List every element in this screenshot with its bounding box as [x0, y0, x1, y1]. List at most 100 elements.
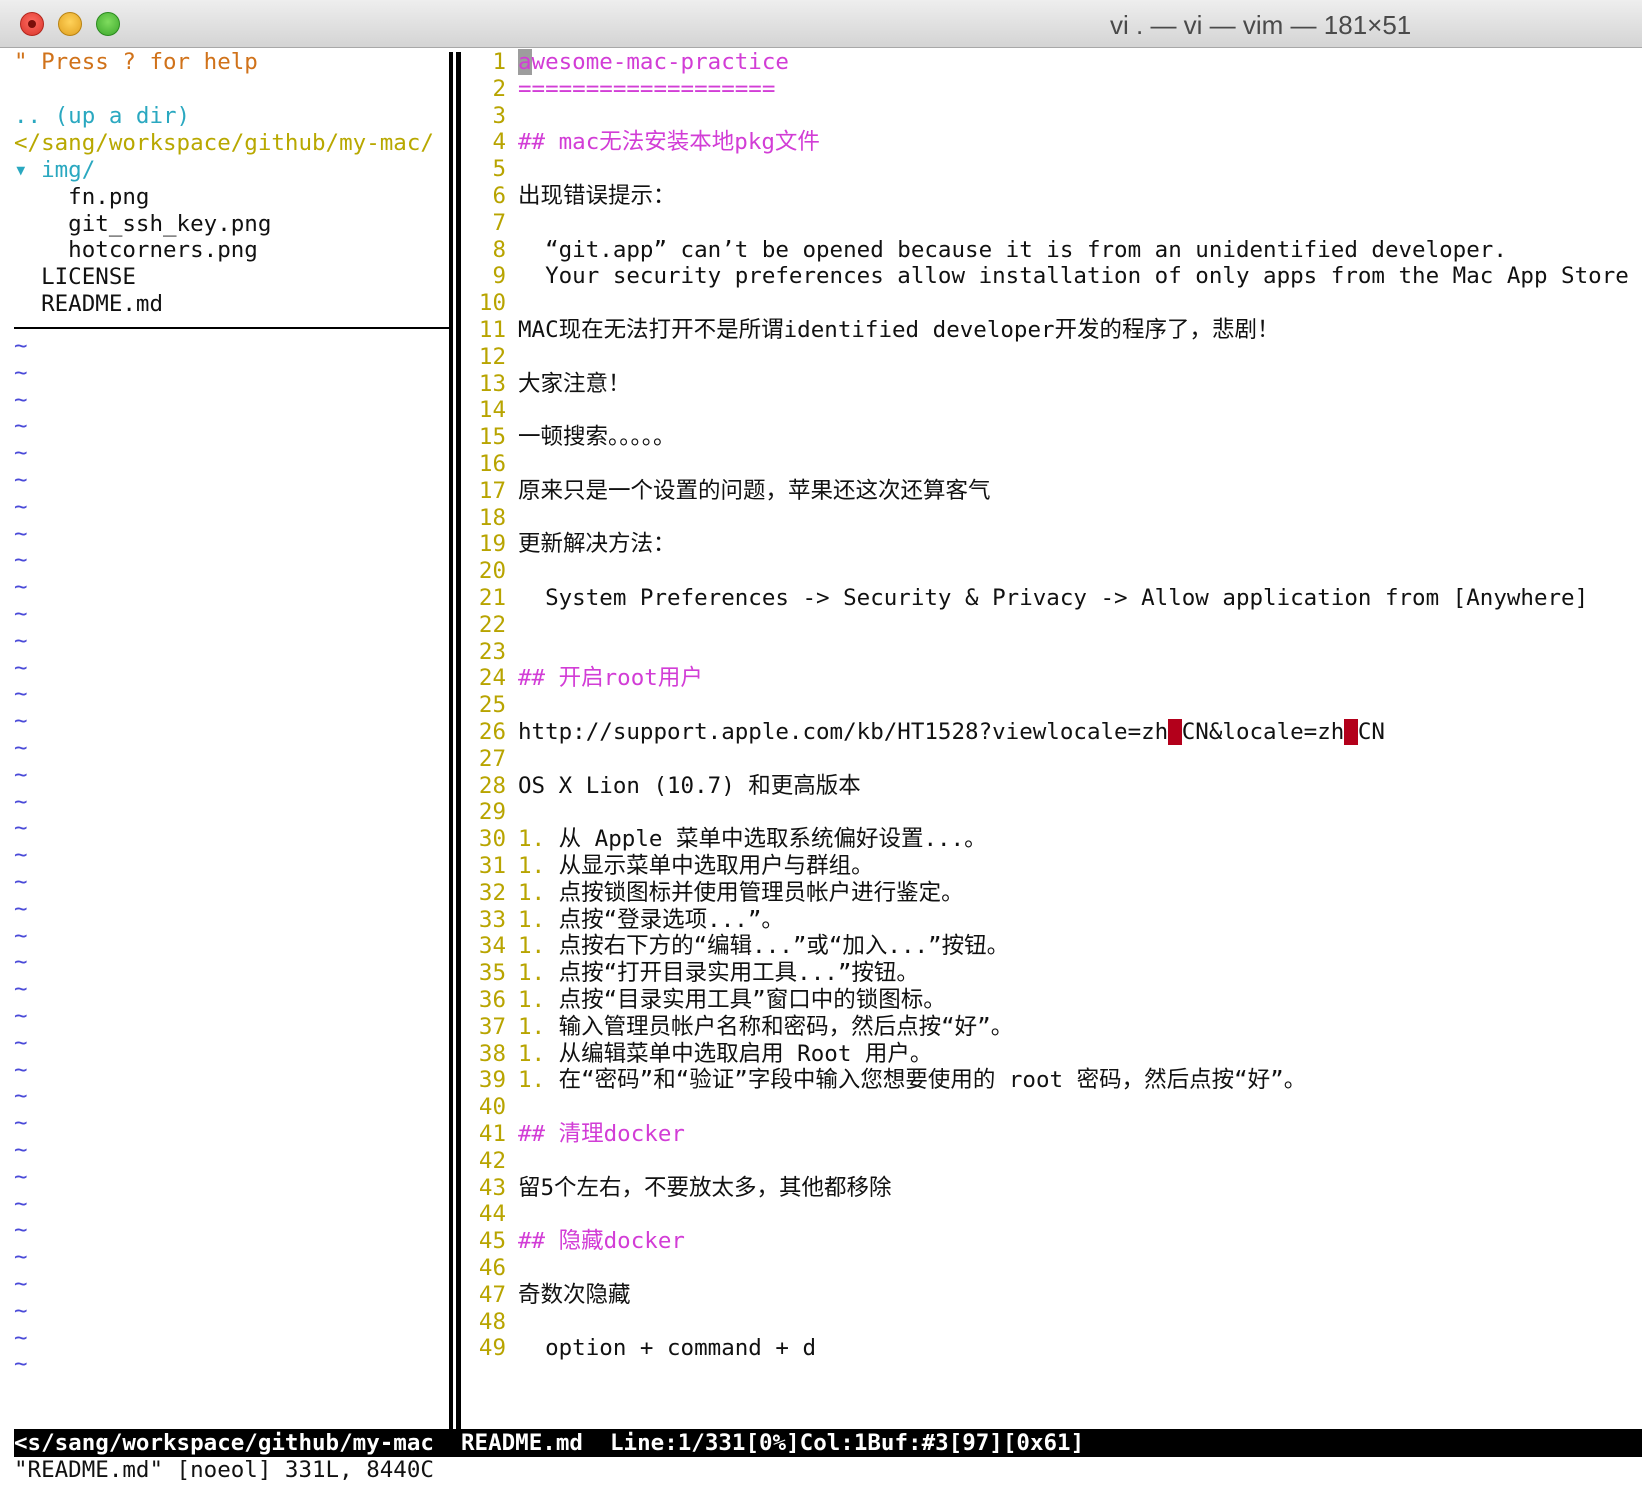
zoom-button[interactable]	[96, 12, 120, 36]
line-number: 30	[478, 826, 506, 853]
url-text: http://support.apple.com/kb/HT1528?viewl…	[518, 719, 1169, 745]
status-file-info: README.md Line:1/331[0%]Col:1Buf:#3[97][…	[461, 1430, 1085, 1456]
empty-line-tilde: ~	[14, 493, 28, 520]
list-marker: 1.	[518, 906, 546, 933]
line-number: 15	[478, 424, 506, 451]
code-line[interactable]: 1. 点按“打开目录实用工具...”按钮。	[518, 959, 919, 987]
list-marker: 1.	[518, 879, 546, 906]
list-marker: 1.	[518, 960, 546, 987]
line-number: 5	[492, 156, 506, 183]
code-line[interactable]: 1. 点按锁图标并使用管理员帐户进行鉴定。	[518, 879, 964, 907]
code-line[interactable]: option + command + d	[518, 1334, 816, 1362]
tree-file-entry[interactable]: LICENSE	[14, 263, 136, 291]
tree-file-entry[interactable]: README.md	[14, 290, 163, 318]
line-number: 40	[478, 1094, 506, 1121]
line-number: 18	[478, 504, 506, 531]
list-marker: 1.	[518, 1040, 546, 1067]
code-line[interactable]: “git.app” can’t be opened because it is …	[518, 236, 1507, 264]
text-cursor: a	[518, 49, 532, 75]
list-item-text: 输入管理员帐户名称和密码，然后点按“好”。	[545, 1013, 1014, 1040]
code-line[interactable]: 1. 从编辑菜单中选取启用 Root 用户。	[518, 1040, 932, 1068]
line-number: 22	[478, 611, 506, 638]
tree-file-entry[interactable]: hotcorners.png	[14, 236, 258, 264]
close-button[interactable]	[20, 12, 44, 36]
minimize-button[interactable]	[58, 12, 82, 36]
line-number: 21	[478, 585, 506, 611]
code-line[interactable]: 1. 点按右下方的“编辑...”或“加入...”按钮。	[518, 932, 1009, 960]
empty-line-tilde: ~	[14, 1029, 28, 1056]
line-number: 2	[492, 75, 506, 102]
empty-line-tilde: ~	[14, 1217, 28, 1244]
line-number: 14	[478, 397, 506, 424]
empty-line-tilde: ~	[14, 359, 28, 386]
line-number: 34	[478, 933, 506, 960]
empty-line-tilde: ~	[14, 601, 28, 627]
current-dir-path[interactable]: </sang/workspace/github/my-mac/	[14, 129, 434, 157]
code-line[interactable]: 原来只是一个设置的问题，苹果还这次还算客气	[518, 477, 991, 505]
code-line[interactable]: Your security preferences allow installa…	[518, 262, 1629, 290]
tree-dir-entry[interactable]: ▾ img/	[14, 156, 95, 184]
empty-line-tilde: ~	[14, 842, 28, 869]
code-line[interactable]: ===================	[518, 75, 775, 103]
code-line[interactable]: 1. 在“密码”和“验证”字段中输入您想要使用的 root 密码，然后点按“好”…	[518, 1066, 1306, 1094]
list-item-text: 在“密码”和“验证”字段中输入您想要使用的 root 密码，然后点按“好”。	[545, 1067, 1307, 1094]
line-number: 32	[478, 879, 506, 906]
empty-line-tilde: ~	[14, 440, 28, 467]
code-line[interactable]: ## mac无法安装本地pkg文件	[518, 128, 820, 156]
line-number: 27	[478, 745, 506, 772]
line-number: 24	[478, 665, 506, 692]
code-line[interactable]: 1. 点按“登录选项...”。	[518, 906, 784, 934]
code-line[interactable]: ## 清理docker	[518, 1120, 685, 1148]
tree-file-entry[interactable]: fn.png	[14, 183, 149, 211]
code-line[interactable]: 更新解决方法：	[518, 530, 676, 558]
line-number: 44	[478, 1201, 506, 1228]
line-number: 10	[478, 290, 506, 317]
up-dir-link[interactable]: .. (up a dir)	[14, 102, 190, 130]
empty-line-tilde: ~	[14, 547, 28, 574]
command-line[interactable]: "README.md" [noeol] 331L, 8440C	[14, 1456, 434, 1484]
empty-line-tilde: ~	[14, 708, 28, 735]
code-line[interactable]: System Preferences -> Security & Privacy…	[518, 584, 1588, 612]
line-number: 48	[478, 1308, 506, 1335]
tree-divider	[14, 327, 450, 329]
code-line[interactable]: OS X Lion (10.7) 和更高版本	[518, 772, 861, 800]
empty-line-tilde: ~	[14, 1137, 28, 1163]
empty-line-tilde: ~	[14, 735, 28, 761]
empty-line-tilde: ~	[14, 627, 28, 654]
code-line[interactable]: awesome-mac-practice	[518, 48, 789, 76]
line-number: 7	[492, 209, 506, 236]
code-line[interactable]: 留5个左右，不要放太多，其他都移除	[518, 1174, 892, 1202]
line-number: 13	[478, 370, 506, 397]
line-number: 6	[492, 183, 506, 209]
empty-line-tilde: ~	[14, 1297, 28, 1324]
code-line[interactable]: 1. 从显示菜单中选取用户与群组。	[518, 852, 874, 880]
empty-line-tilde: ~	[14, 413, 28, 440]
code-line[interactable]: MAC现在无法打开不是所谓identified developer开发的程序了，…	[518, 316, 1280, 344]
code-line[interactable]: http://support.apple.com/kb/HT1528?viewl…	[518, 718, 1385, 746]
line-number: 43	[478, 1174, 506, 1201]
vertical-split-bar[interactable]	[449, 52, 461, 1430]
list-item-text: 点按“登录选项...”。	[545, 906, 784, 933]
list-marker: 1.	[518, 933, 546, 960]
line-number: 35	[478, 960, 506, 987]
code-line[interactable]: 大家注意！	[518, 370, 631, 398]
code-line[interactable]: ## 隐藏docker	[518, 1227, 685, 1255]
code-line[interactable]: ## 开启root用户	[518, 664, 703, 692]
code-line[interactable]: 1. 点按“目录实用工具”窗口中的锁图标。	[518, 986, 946, 1014]
line-number: 3	[492, 102, 506, 129]
code-line[interactable]: 1. 从 Apple 菜单中选取系统偏好设置...。	[518, 825, 987, 853]
empty-line-tilde: ~	[14, 1163, 28, 1190]
code-line[interactable]: 1. 输入管理员帐户名称和密码，然后点按“好”。	[518, 1013, 1013, 1041]
vim-editor[interactable]: " Press ? for help .. (up a dir) </sang/…	[0, 48, 1642, 1486]
empty-line-tilde: ~	[14, 520, 28, 547]
empty-line-tilde: ~	[14, 815, 28, 842]
tree-file-entry[interactable]: git_ssh_key.png	[14, 210, 271, 238]
list-marker: 1.	[518, 826, 546, 853]
line-number: 16	[478, 451, 506, 477]
line-number: 1	[492, 49, 506, 75]
code-line[interactable]: 奇数次隐藏	[518, 1281, 631, 1309]
help-hint: " Press ? for help	[14, 49, 258, 75]
code-line[interactable]: 出现错误提示：	[518, 182, 676, 210]
code-line[interactable]: 一顿搜索。。。。。	[518, 423, 676, 451]
list-marker: 1.	[518, 987, 546, 1013]
